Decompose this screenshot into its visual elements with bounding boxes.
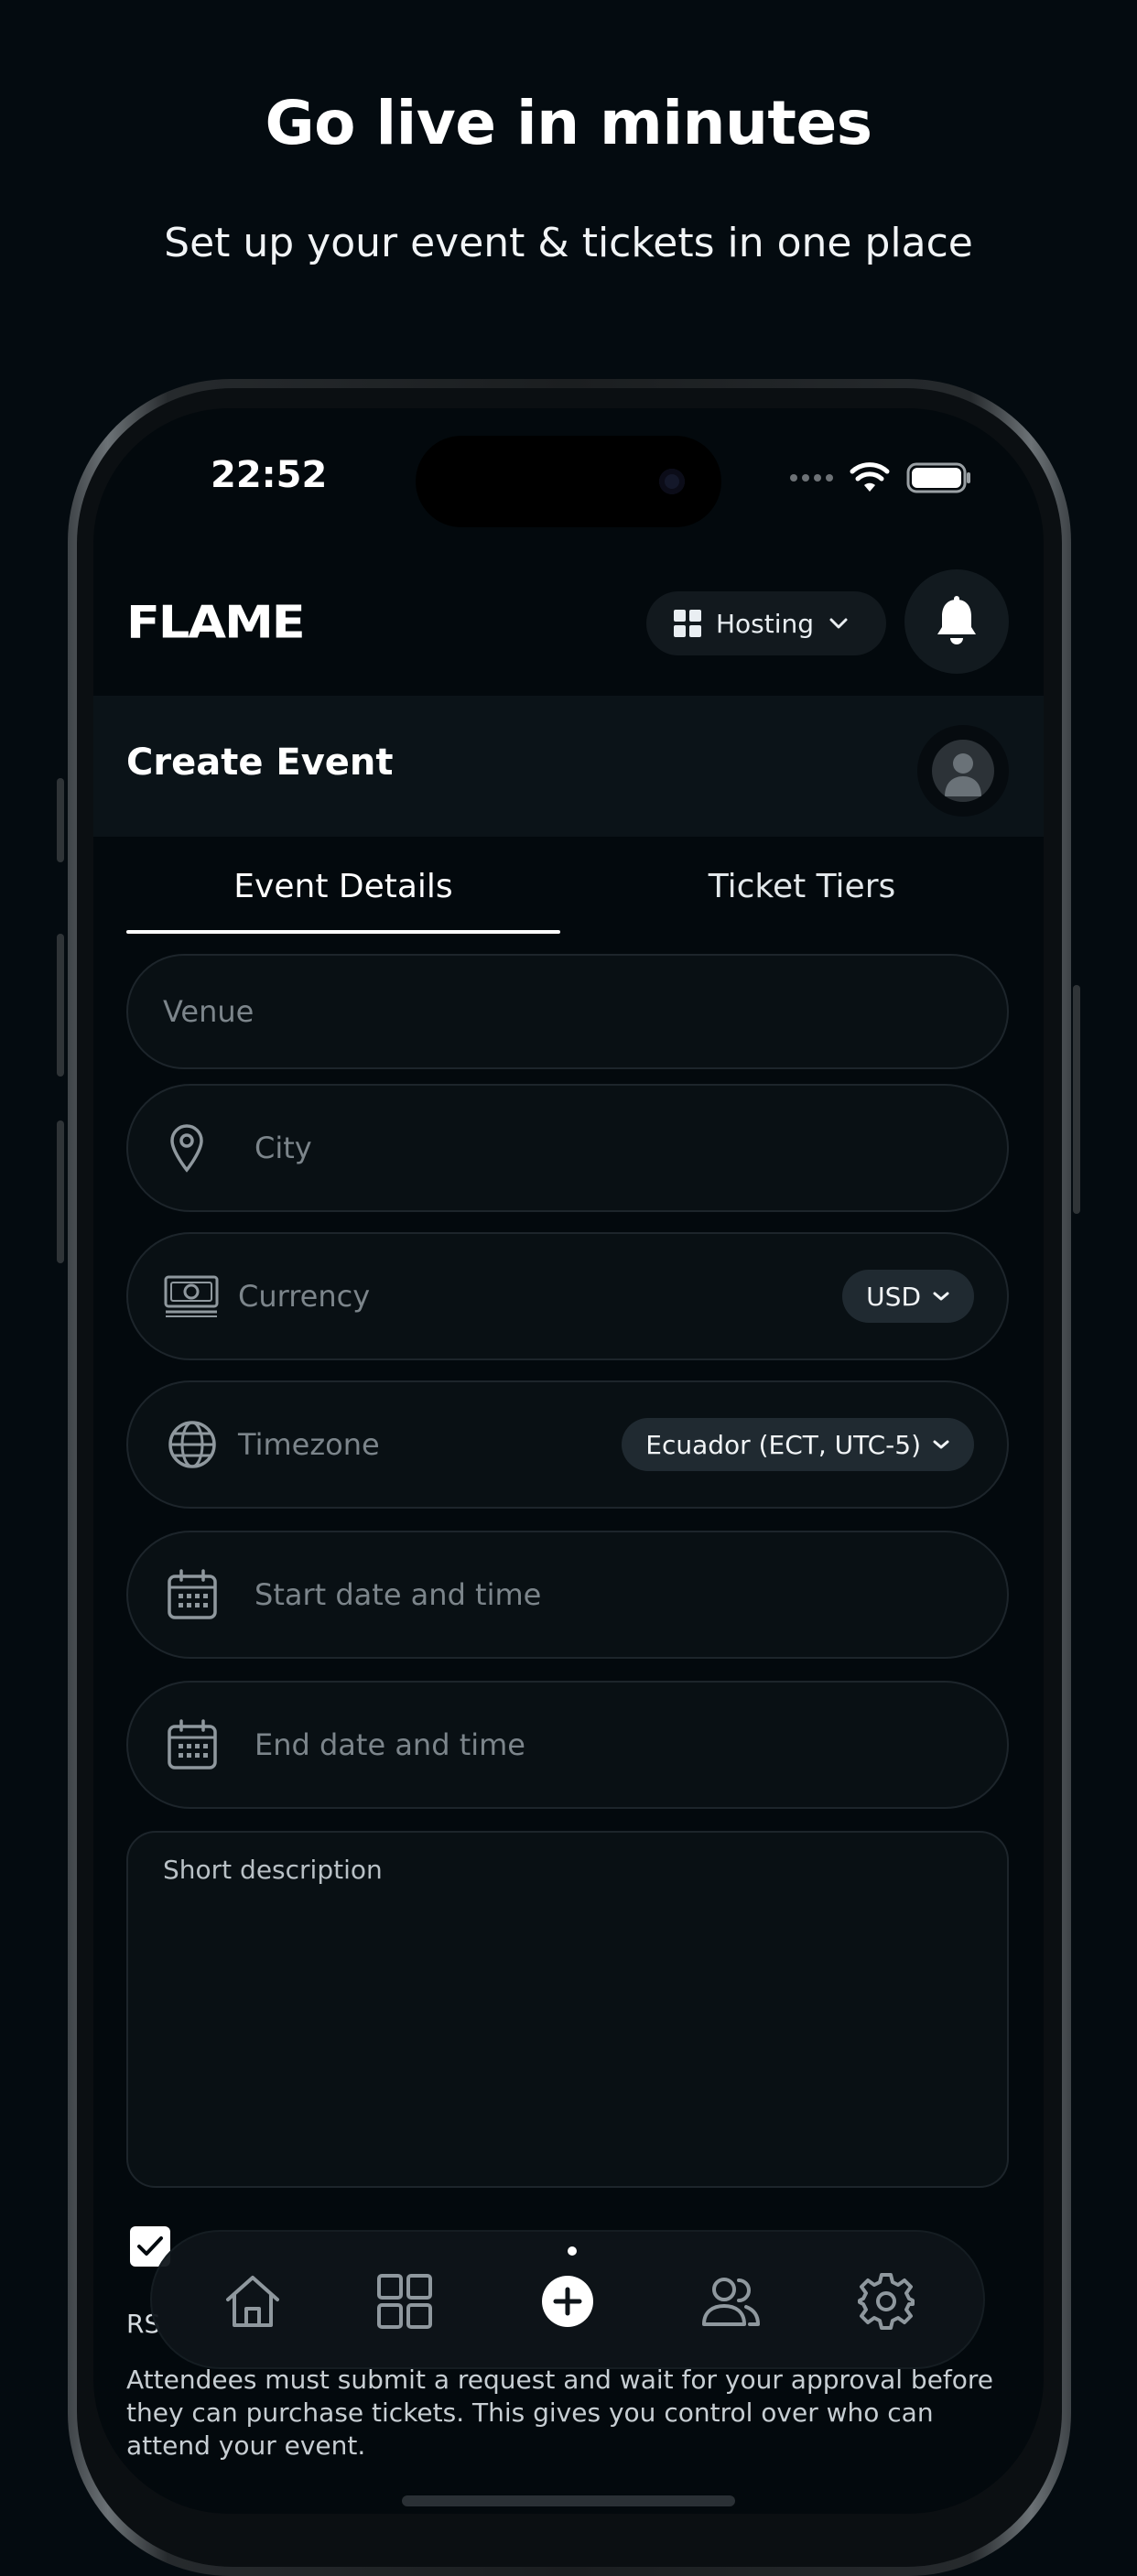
status-icons bbox=[790, 461, 972, 494]
nav-dashboard[interactable] bbox=[372, 2268, 438, 2334]
people-icon bbox=[702, 2278, 760, 2326]
timezone-placeholder: Timezone bbox=[238, 1427, 380, 1462]
nav-community[interactable] bbox=[698, 2268, 763, 2334]
chevron-down-icon bbox=[933, 1440, 949, 1449]
status-time: 22:52 bbox=[211, 454, 328, 496]
grid-icon bbox=[674, 610, 701, 637]
promo-subheadline: Set up your event & tickets in one place bbox=[164, 220, 973, 266]
notifications-button[interactable] bbox=[904, 569, 1009, 674]
grid-icon bbox=[377, 2274, 432, 2329]
globe-icon bbox=[168, 1421, 216, 1468]
tab-ticket-tiers[interactable]: Ticket Tiers bbox=[593, 868, 1011, 905]
currency-placeholder: Currency bbox=[238, 1279, 371, 1314]
battery-icon bbox=[906, 462, 970, 493]
end-datetime-field[interactable]: End date and time bbox=[126, 1681, 1009, 1809]
city-placeholder: City bbox=[254, 1131, 312, 1165]
bell-icon bbox=[937, 596, 976, 644]
power-button bbox=[1073, 985, 1080, 1214]
bottom-nav bbox=[150, 2230, 985, 2369]
volume-up-button bbox=[57, 934, 64, 1077]
plus-circle-icon bbox=[542, 2276, 593, 2327]
avatar[interactable] bbox=[917, 725, 1009, 817]
short-description-textarea[interactable]: Short description bbox=[126, 1831, 1009, 2188]
hosting-mode-selector[interactable]: Hosting bbox=[646, 591, 886, 655]
nav-settings[interactable] bbox=[853, 2268, 919, 2334]
location-pin-icon bbox=[170, 1124, 203, 1173]
promo-headline: Go live in minutes bbox=[265, 88, 872, 158]
action-button bbox=[57, 778, 64, 862]
active-tab-indicator bbox=[126, 930, 560, 934]
wifi-icon bbox=[850, 462, 890, 492]
page-title: Create Event bbox=[126, 741, 394, 784]
end-datetime-placeholder: End date and time bbox=[254, 1727, 525, 1762]
phone-screen: 22:52 FLAME Hosting Create Event Event D… bbox=[93, 408, 1044, 2514]
nav-home[interactable] bbox=[220, 2268, 286, 2334]
home-indicator bbox=[402, 2495, 735, 2506]
start-datetime-field[interactable]: Start date and time bbox=[126, 1531, 1009, 1659]
rsvp-description: Attendees must submit a request and wait… bbox=[126, 2365, 994, 2461]
tab-event-details[interactable]: Event Details bbox=[126, 868, 560, 905]
calendar-icon bbox=[168, 1719, 217, 1770]
timezone-value: Ecuador (ECT, UTC-5) bbox=[645, 1429, 921, 1460]
hosting-label: Hosting bbox=[716, 608, 815, 639]
active-indicator-dot bbox=[568, 2246, 577, 2256]
description-placeholder: Short description bbox=[163, 1855, 383, 1885]
money-icon bbox=[164, 1275, 219, 1317]
cellular-icon bbox=[790, 474, 833, 482]
city-field[interactable]: City bbox=[126, 1084, 1009, 1212]
venue-field[interactable]: Venue bbox=[126, 954, 1009, 1069]
start-datetime-placeholder: Start date and time bbox=[254, 1577, 542, 1612]
dynamic-island bbox=[416, 436, 721, 527]
currency-select[interactable]: USD bbox=[842, 1270, 974, 1323]
flame-logo: FLAME bbox=[126, 601, 306, 646]
page-header: Create Event bbox=[93, 696, 1044, 837]
timezone-field[interactable]: Timezone Ecuador (ECT, UTC-5) bbox=[126, 1380, 1009, 1509]
user-icon bbox=[945, 753, 981, 796]
nav-create-event[interactable] bbox=[535, 2268, 601, 2334]
venue-placeholder: Venue bbox=[163, 994, 254, 1029]
checkmark-icon bbox=[137, 2236, 163, 2256]
chevron-down-icon bbox=[829, 618, 848, 629]
gear-icon bbox=[858, 2273, 915, 2330]
currency-field[interactable]: Currency USD bbox=[126, 1232, 1009, 1360]
chevron-down-icon bbox=[933, 1292, 949, 1301]
logo-text: FLAME bbox=[126, 601, 304, 646]
home-icon bbox=[226, 2276, 279, 2327]
volume-down-button bbox=[57, 1120, 64, 1263]
calendar-icon bbox=[168, 1569, 217, 1619]
timezone-select[interactable]: Ecuador (ECT, UTC-5) bbox=[622, 1418, 974, 1471]
currency-value: USD bbox=[866, 1281, 921, 1312]
